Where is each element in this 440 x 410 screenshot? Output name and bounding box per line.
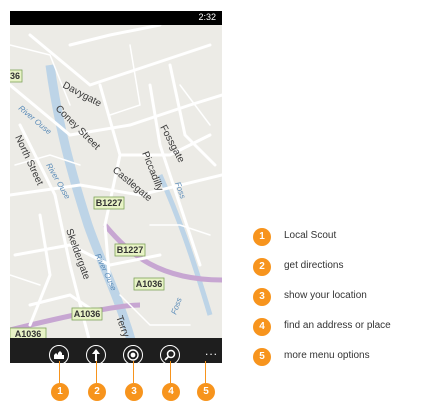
local-scout-icon [54, 351, 64, 359]
status-time: 2:32 [198, 12, 216, 22]
more-menu-button[interactable]: ... [205, 345, 218, 357]
legend-number: 5 [253, 348, 271, 366]
callout-marker-5: 5 [197, 383, 215, 401]
road-shield-edge: 36 [10, 69, 23, 83]
location-icon [127, 349, 139, 361]
callout-marker-3: 3 [125, 383, 143, 401]
legend-number: 2 [253, 258, 271, 276]
legend-number: 1 [253, 228, 271, 246]
legend-number: 3 [253, 288, 271, 306]
phone-screen: 2:32 Davygate Coney Street North Street … [10, 11, 222, 363]
map-view[interactable]: Davygate Coney Street North Street Picca… [10, 25, 222, 343]
callout-marker-2: 2 [88, 383, 106, 401]
status-bar: 2:32 [10, 11, 222, 25]
svg-text:B1227: B1227 [117, 245, 144, 255]
legend-label: Local Scout [284, 230, 337, 241]
legend-label: get directions [284, 260, 344, 271]
callout-line-4 [170, 361, 171, 383]
road-shield-a1036-2: A1036 [71, 307, 103, 321]
road-shield-b1227-2: B1227 [114, 243, 146, 257]
callout-line-3 [133, 361, 134, 383]
legend-label: more menu options [284, 350, 370, 361]
legend-number: 4 [253, 318, 271, 336]
svg-text:A1036: A1036 [136, 279, 163, 289]
search-icon [164, 349, 176, 361]
road-shield-a1036: A1036 [133, 277, 165, 291]
app-bar: ... [10, 338, 222, 363]
callout-line-2 [96, 361, 97, 383]
callout-line-1 [59, 361, 60, 383]
svg-text:A1036: A1036 [74, 309, 101, 319]
road-shield-b1227: B1227 [93, 196, 125, 210]
callout-marker-1: 1 [51, 383, 69, 401]
directions-icon [92, 349, 100, 361]
svg-text:B1227: B1227 [96, 198, 123, 208]
legend-label: find an address or place [284, 320, 391, 331]
callout-line-5 [205, 361, 206, 383]
legend-label: show your location [284, 290, 367, 301]
svg-text:36: 36 [10, 71, 20, 81]
callout-marker-4: 4 [162, 383, 180, 401]
